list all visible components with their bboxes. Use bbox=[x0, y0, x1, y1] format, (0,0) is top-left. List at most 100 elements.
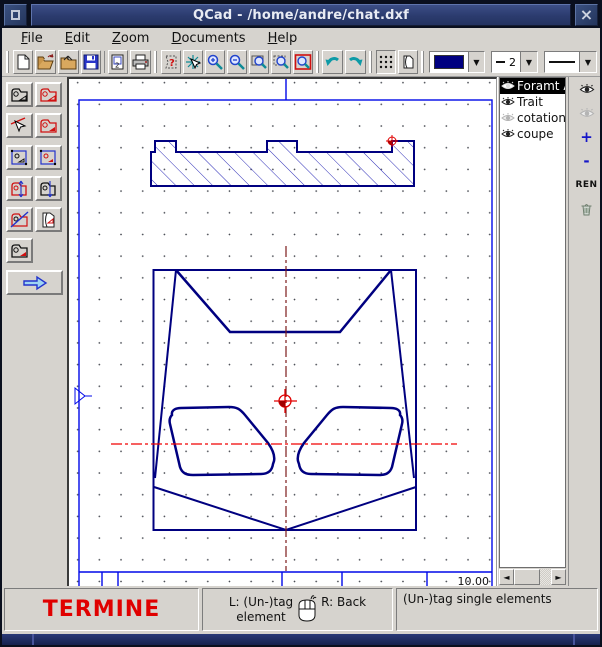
layer-add-button[interactable]: + bbox=[574, 127, 600, 147]
window-menu-button[interactable] bbox=[4, 4, 27, 26]
print-button[interactable] bbox=[130, 50, 151, 74]
scroll-right-button[interactable]: ► bbox=[551, 569, 566, 585]
tool-tag-all[interactable] bbox=[6, 238, 33, 263]
open-file-button[interactable] bbox=[35, 50, 56, 74]
redo-button[interactable] bbox=[345, 50, 366, 74]
tool-tag-window[interactable] bbox=[6, 145, 33, 170]
eye-dimmed-icon[interactable] bbox=[501, 113, 515, 123]
tool-tag-contour[interactable] bbox=[35, 82, 62, 107]
eye-icon[interactable] bbox=[501, 97, 515, 107]
frame-divider bbox=[32, 634, 34, 645]
grid-icon bbox=[377, 53, 395, 71]
menu-file[interactable]: File bbox=[10, 29, 54, 48]
tool-untag-window[interactable] bbox=[35, 145, 62, 170]
layer-buttons: + - REN bbox=[568, 77, 602, 586]
scroll-left-button[interactable]: ◄ bbox=[499, 569, 514, 585]
tag-contour-icon bbox=[38, 85, 59, 105]
layer-row[interactable]: Trait bbox=[500, 94, 565, 110]
zoom-previous-button[interactable] bbox=[293, 50, 313, 74]
tool-tag-element[interactable] bbox=[6, 82, 33, 107]
layer-name: Foramt A4 bbox=[517, 79, 565, 93]
width-combo-dropdown[interactable]: ▼ bbox=[520, 52, 537, 72]
layer-row[interactable]: coupe bbox=[500, 126, 565, 142]
layer-show-button[interactable] bbox=[574, 79, 600, 99]
layer-list: Foramt A4 Trait cotation coupe bbox=[499, 77, 566, 568]
menu-edit[interactable]: Edit bbox=[54, 29, 101, 48]
toolbar-grip[interactable] bbox=[154, 51, 158, 73]
tool-untag-layer[interactable] bbox=[35, 176, 62, 201]
color-combo[interactable]: ▼ bbox=[429, 51, 485, 73]
new-file-button[interactable] bbox=[13, 50, 33, 74]
svg-text:2: 2 bbox=[115, 62, 119, 70]
color-combo-dropdown[interactable]: ▼ bbox=[468, 52, 484, 72]
toolbar-grip[interactable] bbox=[6, 51, 10, 73]
continue-arrow-button[interactable] bbox=[6, 270, 63, 295]
main-toolbar: 2 ? bbox=[2, 48, 600, 77]
line-style-combo[interactable]: ▼ bbox=[544, 51, 597, 73]
undo-icon bbox=[323, 53, 342, 71]
window-bottom-frame[interactable] bbox=[2, 634, 600, 645]
width-value: 2 bbox=[509, 56, 516, 69]
layer-rename-button[interactable]: REN bbox=[574, 175, 600, 195]
layer-hide-button[interactable] bbox=[574, 103, 600, 123]
zoom-window-button[interactable] bbox=[249, 50, 269, 74]
layer-delete-button[interactable] bbox=[574, 199, 600, 219]
pages-toggle-button[interactable] bbox=[398, 50, 418, 74]
untag-window-icon bbox=[38, 148, 59, 168]
untag-layer-icon bbox=[38, 179, 59, 199]
pan-icon bbox=[184, 53, 202, 71]
folder-up-button[interactable] bbox=[58, 50, 79, 74]
statusbar: TERMINE L: (Un-)tag element R: Back (Un-… bbox=[2, 586, 600, 634]
color-swatch bbox=[434, 55, 464, 69]
left-click-hint: L: (Un-)tag bbox=[229, 595, 293, 610]
toolbar-grip[interactable] bbox=[421, 51, 425, 73]
tool-tag-layer[interactable] bbox=[6, 176, 33, 201]
eye-icon[interactable] bbox=[501, 129, 515, 139]
redraw-button[interactable]: ? bbox=[161, 50, 181, 74]
undo-button[interactable] bbox=[322, 50, 343, 74]
scroll-track[interactable] bbox=[540, 569, 551, 585]
layer-row[interactable]: cotation bbox=[500, 110, 565, 126]
zoom-in-button[interactable] bbox=[205, 50, 225, 74]
tag-double-icon bbox=[38, 210, 59, 230]
tool-untag-contour[interactable] bbox=[35, 113, 62, 138]
scroll-thumb[interactable] bbox=[514, 569, 540, 585]
menu-documents[interactable]: Documents bbox=[160, 29, 256, 48]
layer-remove-button[interactable]: - bbox=[574, 151, 600, 171]
titlebar-drag-area[interactable]: QCad - /home/andre/chat.dxf bbox=[31, 4, 571, 26]
open-folder-icon bbox=[36, 53, 55, 71]
line-width-combo[interactable]: 2 ▼ bbox=[491, 51, 538, 73]
eye-icon[interactable] bbox=[501, 81, 515, 91]
tool-untag-element[interactable] bbox=[6, 113, 33, 138]
close-icon: × bbox=[580, 7, 593, 23]
new-file-icon bbox=[14, 53, 32, 71]
menu-help[interactable]: Help bbox=[257, 29, 309, 48]
layer-row[interactable]: Foramt A4 bbox=[500, 78, 565, 94]
tool-invert-selection[interactable] bbox=[6, 207, 33, 232]
close-button[interactable]: × bbox=[575, 4, 598, 26]
menu-zoom[interactable]: Zoom bbox=[101, 29, 160, 48]
style-combo-dropdown[interactable]: ▼ bbox=[579, 52, 596, 72]
tool-tag-double-elements[interactable] bbox=[35, 207, 62, 232]
zoom-out-button[interactable] bbox=[227, 50, 247, 74]
pages-icon bbox=[399, 53, 417, 71]
drawing-canvas[interactable]: 10.00 bbox=[67, 77, 497, 590]
grid-toggle-button[interactable] bbox=[376, 50, 396, 74]
titlebar: QCad - /home/andre/chat.dxf × bbox=[2, 2, 600, 28]
drawing-svg[interactable]: 10.00 bbox=[69, 79, 496, 589]
print-preview-icon: 2 bbox=[109, 53, 127, 71]
zoom-entity-button[interactable] bbox=[271, 50, 291, 74]
restore-icon bbox=[11, 10, 20, 20]
eye-dimmed-icon bbox=[579, 108, 595, 119]
pan-view-button[interactable] bbox=[183, 50, 203, 74]
section-view[interactable] bbox=[151, 141, 414, 186]
layer-name: Trait bbox=[517, 95, 543, 109]
zoom-out-icon bbox=[228, 53, 246, 71]
print-preview-button[interactable]: 2 bbox=[108, 50, 128, 74]
save-file-button[interactable] bbox=[81, 50, 101, 74]
layer-list-hscrollbar: ◄ ► bbox=[499, 569, 566, 585]
right-arrow-icon bbox=[21, 274, 49, 292]
redo-icon bbox=[346, 53, 365, 71]
toolbar-grip[interactable] bbox=[316, 51, 320, 73]
toolbar-grip[interactable] bbox=[369, 51, 373, 73]
